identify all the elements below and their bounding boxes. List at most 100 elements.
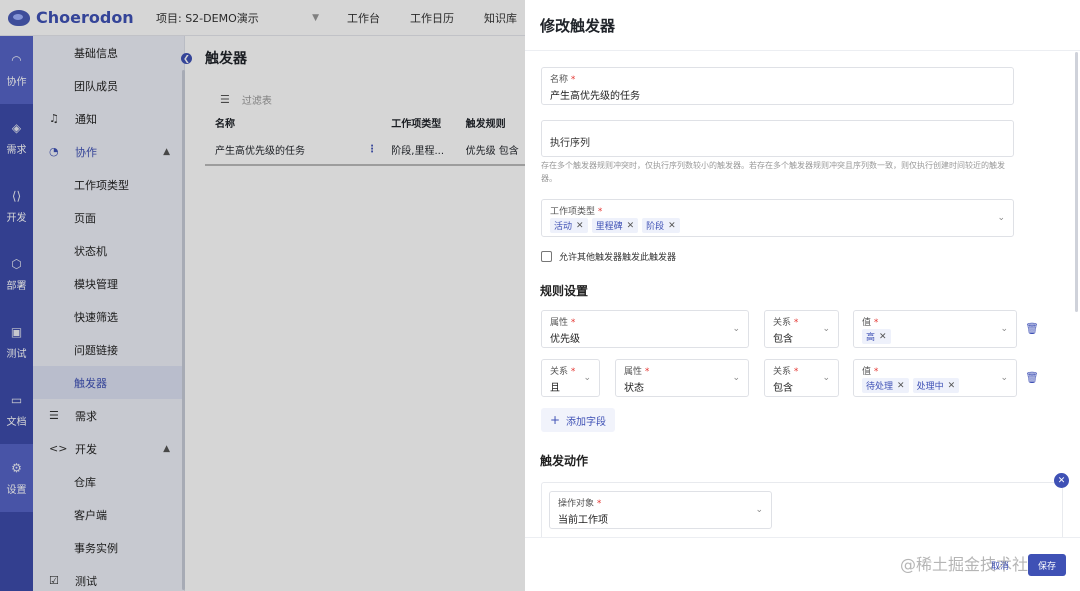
order-placeholder: 执行序列 — [550, 138, 590, 149]
edit-trigger-drawer: 修改触发器 名称 * 产生高优先级的任务 执行序列 存在多个触发器规则冲突时，仅… — [525, 0, 1080, 591]
rule2-attribute-select[interactable]: 属性 * 状态 ⌄ — [615, 359, 749, 397]
tag-text: 阶段 — [646, 222, 665, 232]
tag-activity: 活动 ✕ — [550, 218, 588, 233]
modal-mask[interactable] — [0, 0, 525, 591]
label-text: 操作对象 — [558, 499, 595, 509]
chevron-down-icon: ⌄ — [1000, 373, 1008, 383]
rel-label: 关系 * — [773, 364, 798, 377]
rule2-conjunction-select[interactable]: 关系 * 且 ⌄ — [541, 359, 600, 397]
tag-stage: 阶段 ✕ — [642, 218, 680, 233]
label-text: 属性 — [550, 318, 569, 328]
val-label: 值 * — [862, 315, 878, 328]
name-label-text: 名称 — [550, 75, 569, 85]
label-text: 值 — [862, 318, 872, 328]
checkbox-label: 允许其他触发器触发此触发器 — [559, 253, 677, 263]
chevron-down-icon: ⌄ — [583, 373, 591, 383]
drawer-title: 修改触发器 — [525, 0, 1080, 51]
rel-value: 包含 — [773, 383, 793, 394]
tag-high: 高 ✕ — [862, 329, 891, 344]
tag-text: 待处理 — [866, 382, 894, 392]
attr-value: 优先级 — [550, 334, 580, 345]
actions-section-title: 触发动作 — [540, 454, 589, 468]
attr-value: 状态 — [624, 383, 644, 394]
close-icon[interactable]: ✕ — [668, 221, 676, 231]
chevron-down-icon: ⌄ — [732, 373, 740, 383]
required-mark: * — [873, 367, 879, 377]
conj-label: 关系 * — [550, 364, 575, 377]
drawer-scrollbar[interactable] — [1075, 52, 1078, 312]
drawer-body: 名称 * 产生高优先级的任务 执行序列 存在多个触发器规则冲突时，仅执行序列数较… — [525, 52, 1080, 537]
name-value: 产生高优先级的任务 — [550, 91, 640, 102]
attr-label: 属性 * — [550, 315, 575, 328]
tag-todo: 待处理 ✕ — [862, 378, 909, 393]
delete-rule-icon[interactable]: 🗑 — [1025, 371, 1039, 384]
required-mark: * — [570, 367, 576, 377]
chevron-down-icon: ⌄ — [755, 505, 763, 515]
tag-text: 高 — [866, 333, 876, 343]
required-mark: * — [570, 75, 576, 85]
allow-trigger-checkbox[interactable]: 允许其他触发器触发此触发器 — [541, 250, 676, 263]
rule2-value-select[interactable]: 值 * 待处理 ✕ 处理中 ✕ ⌄ — [853, 359, 1017, 397]
target-label: 操作对象 * — [558, 496, 601, 509]
attr-label: 属性 * — [624, 364, 649, 377]
label-text: 属性 — [624, 367, 643, 377]
type-label: 工作项类型 * — [550, 204, 602, 217]
save-button[interactable]: 保存 — [1028, 554, 1066, 576]
tag-text: 活动 — [554, 222, 573, 232]
rel-label: 关系 * — [773, 315, 798, 328]
chevron-down-icon: ⌄ — [997, 213, 1005, 223]
close-icon[interactable]: ✕ — [576, 221, 584, 231]
val-label: 值 * — [862, 364, 878, 377]
rules-section-title: 规则设置 — [540, 284, 589, 298]
cancel-button[interactable]: 取消 — [980, 554, 1020, 576]
name-field[interactable]: 名称 * 产生高优先级的任务 — [541, 67, 1014, 105]
action-target-select[interactable]: 操作对象 * 当前工作项 ⌄ — [549, 491, 772, 529]
type-tags: 活动 ✕ 里程碑 ✕ 阶段 ✕ — [550, 218, 684, 233]
close-icon[interactable]: ✕ — [897, 381, 905, 391]
required-mark: * — [644, 367, 650, 377]
add-field-label: 添加字段 — [566, 416, 607, 428]
chevron-down-icon: ⌄ — [822, 324, 830, 334]
required-mark: * — [597, 207, 603, 217]
label-text: 关系 — [550, 367, 569, 377]
required-mark: * — [596, 499, 602, 509]
tag-text: 里程碑 — [595, 222, 623, 232]
watermark: @稀土掘金技术社区 — [900, 555, 1045, 574]
chevron-down-icon: ⌄ — [822, 373, 830, 383]
chevron-down-icon: ⌄ — [732, 324, 740, 334]
rule1-relation-select[interactable]: 关系 * 包含 ⌄ — [764, 310, 839, 348]
rule1-value-select[interactable]: 值 * 高 ✕ ⌄ — [853, 310, 1017, 348]
delete-rule-icon[interactable]: 🗑 — [1025, 322, 1039, 335]
plus-icon: + — [549, 413, 561, 427]
target-value: 当前工作项 — [558, 515, 608, 526]
required-mark: * — [570, 318, 576, 328]
value-tags: 待处理 ✕ 处理中 ✕ — [862, 378, 963, 393]
tag-milestone: 里程碑 ✕ — [591, 218, 639, 233]
name-label: 名称 * — [550, 72, 575, 85]
order-field[interactable]: 执行序列 — [541, 120, 1014, 157]
order-hint: 存在多个触发器规则冲突时，仅执行序列数较小的触发器。若存在多个触发器规则冲突且序… — [541, 161, 1005, 183]
action-card: 操作对象 * 当前工作项 ⌄ — [541, 482, 1063, 537]
rel-value: 包含 — [773, 334, 793, 345]
conj-value: 且 — [550, 383, 560, 394]
required-mark: * — [793, 318, 799, 328]
label-text: 关系 — [773, 318, 792, 328]
tag-in-progress: 处理中 ✕ — [912, 378, 960, 393]
rule1-attribute-select[interactable]: 属性 * 优先级 ⌄ — [541, 310, 749, 348]
add-field-button[interactable]: + 添加字段 — [541, 408, 615, 432]
required-mark: * — [873, 318, 879, 328]
remove-action-icon[interactable]: ✕ — [1054, 473, 1069, 488]
drawer-footer: @稀土掘金技术社区 取消 保存 — [525, 537, 1080, 591]
close-icon[interactable]: ✕ — [879, 332, 887, 342]
issue-type-select[interactable]: 工作项类型 * 活动 ✕ 里程碑 ✕ 阶段 ✕ ⌄ — [541, 199, 1014, 237]
value-tags: 高 ✕ — [862, 329, 895, 344]
checkbox-box — [541, 251, 552, 262]
tag-text: 处理中 — [916, 382, 944, 392]
label-text: 关系 — [773, 367, 792, 377]
label-text: 值 — [862, 367, 872, 377]
chevron-down-icon: ⌄ — [1000, 324, 1008, 334]
type-label-text: 工作项类型 — [550, 207, 596, 217]
rule2-relation-select[interactable]: 关系 * 包含 ⌄ — [764, 359, 839, 397]
close-icon[interactable]: ✕ — [627, 221, 635, 231]
close-icon[interactable]: ✕ — [948, 381, 956, 391]
